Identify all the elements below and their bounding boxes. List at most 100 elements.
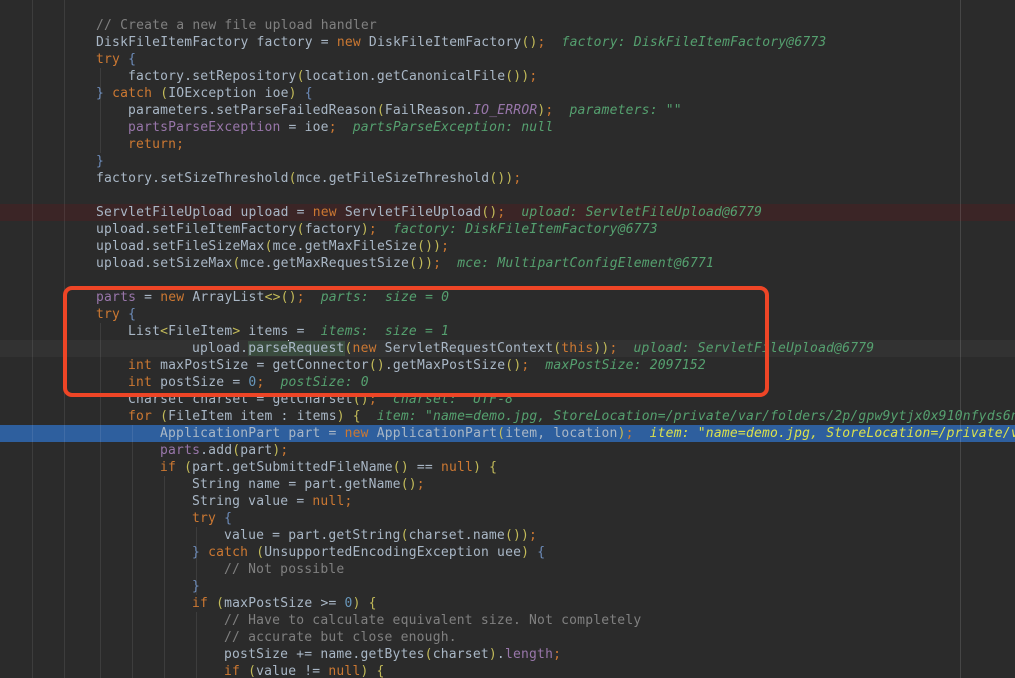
code-token: { xyxy=(369,596,377,611)
code-token: int xyxy=(128,358,152,373)
code-line[interactable]: ApplicationPart part = new ApplicationPa… xyxy=(0,425,1015,442)
code-token: () xyxy=(505,358,521,373)
code-line[interactable]: try { xyxy=(0,510,1015,527)
code-line[interactable]: upload.setFileItemFactory(factory);facto… xyxy=(0,221,1015,238)
debugger-inline-hint: charset: "UTF-8" xyxy=(393,392,521,407)
code-token: try xyxy=(96,52,120,67)
code-token xyxy=(152,409,160,424)
code-token xyxy=(120,52,128,67)
code-token: this xyxy=(561,341,593,356)
code-token: ; xyxy=(329,120,337,135)
code-token: part xyxy=(240,443,272,458)
code-token xyxy=(529,545,537,560)
code-token xyxy=(369,664,377,678)
code-line[interactable]: if (part.getSubmittedFileName() == null)… xyxy=(0,459,1015,476)
code-token: ; xyxy=(513,171,521,186)
code-token: FileItem xyxy=(168,324,232,339)
code-token: ; xyxy=(176,137,184,152)
code-token: UnsupportedEncodingException uee xyxy=(264,545,521,560)
code-token: = ioe xyxy=(281,120,329,135)
code-token: // Create a new file upload handler xyxy=(96,18,377,33)
code-token: new xyxy=(337,35,361,50)
code-line[interactable]: factory.setRepository(location.getCanoni… xyxy=(0,68,1015,85)
code-line[interactable]: List<FileItem> items =items: size = 1 xyxy=(0,323,1015,340)
code-line-blank[interactable] xyxy=(0,187,1015,204)
code-line[interactable]: if (maxPostSize >= 0) { xyxy=(0,595,1015,612)
code-editor[interactable]: // Create a new file upload handlerDiskF… xyxy=(0,0,1015,678)
code-line[interactable]: // Not possible xyxy=(0,561,1015,578)
code-line[interactable]: partsParseException = ioe;partsParseExce… xyxy=(0,119,1015,136)
code-line[interactable]: if (value != null) { xyxy=(0,663,1015,678)
code-line[interactable]: // accurate but close enough. xyxy=(0,629,1015,646)
code-token: = xyxy=(136,290,160,305)
code-line[interactable]: parameters.setParseFailedReason(FailReas… xyxy=(0,102,1015,119)
code-line[interactable]: String name = part.getName(); xyxy=(0,476,1015,493)
code-token xyxy=(240,664,248,678)
debugger-inline-hint: upload: ServletFileUpload@6779 xyxy=(521,205,762,220)
code-token: if xyxy=(160,460,176,475)
code-line[interactable]: String value = null; xyxy=(0,493,1015,510)
code-token: ( xyxy=(297,69,305,84)
code-line-blank[interactable] xyxy=(0,272,1015,289)
code-token: ; xyxy=(441,239,449,254)
code-token: factory.setRepository xyxy=(128,69,297,84)
code-token: ; xyxy=(497,205,505,220)
code-line[interactable]: upload.parseRequest(new ServletRequestCo… xyxy=(0,340,1015,357)
code-token: } xyxy=(192,579,200,594)
code-token: DiskFileItemFactory factory = xyxy=(96,35,337,50)
code-token: ; xyxy=(553,647,561,662)
code-token: ()) xyxy=(505,528,529,543)
code-token: parameters.setParseFailedReason xyxy=(128,103,377,118)
code-line[interactable]: // Create a new file upload handler xyxy=(0,17,1015,34)
code-token: ArrayList xyxy=(184,290,264,305)
code-line[interactable]: int maxPostSize = getConnector().getMaxP… xyxy=(0,357,1015,374)
code-line[interactable]: try { xyxy=(0,51,1015,68)
code-token xyxy=(200,545,208,560)
code-line[interactable]: upload.setFileSizeMax(mce.getMaxFileSize… xyxy=(0,238,1015,255)
code-line[interactable]: parts = new ArrayList<>();parts: size = … xyxy=(0,289,1015,306)
code-line[interactable]: ServletFileUpload upload = new ServletFi… xyxy=(0,204,1015,221)
code-token xyxy=(361,596,369,611)
code-token: ( xyxy=(401,528,409,543)
code-token: ()) xyxy=(505,69,529,84)
code-line[interactable]: value = part.getString(charset.name()); xyxy=(0,527,1015,544)
code-line[interactable]: } catch (IOException ioe) { xyxy=(0,85,1015,102)
code-token: ) xyxy=(473,460,481,475)
code-token: == xyxy=(409,460,441,475)
code-token: // accurate but close enough. xyxy=(224,630,457,645)
code-line[interactable]: for (FileItem item : items) {item: "name… xyxy=(0,408,1015,425)
code-line[interactable]: try { xyxy=(0,306,1015,323)
code-token: () xyxy=(481,205,497,220)
debugger-inline-hint: items: size = 1 xyxy=(321,324,449,339)
code-token: ( xyxy=(216,596,224,611)
code-token: postSize += name.getBytes xyxy=(224,647,425,662)
code-token: upload.setFileItemFactory xyxy=(96,222,297,237)
code-token: { xyxy=(305,86,313,101)
code-token: ) xyxy=(521,545,529,560)
editor-gutter[interactable] xyxy=(0,0,32,678)
code-line[interactable]: } xyxy=(0,578,1015,595)
code-token xyxy=(104,86,112,101)
code-line[interactable]: parts.add(part); xyxy=(0,442,1015,459)
code-token: ; xyxy=(529,528,537,543)
code-line[interactable]: Charset charset = getCharset();charset: … xyxy=(0,391,1015,408)
code-line[interactable]: upload.setSizeMax(mce.getMaxRequestSize(… xyxy=(0,255,1015,272)
code-token: ServletFileUpload xyxy=(337,205,481,220)
code-line[interactable]: postSize += name.getBytes(charset).lengt… xyxy=(0,646,1015,663)
code-line[interactable]: } xyxy=(0,153,1015,170)
code-token: ( xyxy=(160,409,168,424)
debugger-inline-hint: item: "name=demo.jpg, StoreLocation=/pri… xyxy=(650,426,1015,441)
code-line[interactable]: return; xyxy=(0,136,1015,153)
code-token: ( xyxy=(289,171,297,186)
code-line[interactable]: } catch (UnsupportedEncodingException ue… xyxy=(0,544,1015,561)
code-token: ()) xyxy=(489,171,513,186)
code-token: IO_ERROR xyxy=(473,103,537,118)
code-line[interactable]: // Have to calculate equivalent size. No… xyxy=(0,612,1015,629)
code-token: } xyxy=(192,545,200,560)
code-token: ApplicationPart part = xyxy=(160,426,345,441)
code-line[interactable]: factory.setSizeThreshold(mce.getFileSize… xyxy=(0,170,1015,187)
code-line[interactable]: int postSize = 0;postSize: 0 xyxy=(0,374,1015,391)
code-token: null xyxy=(312,494,344,509)
code-token: mce.getMaxRequestSize xyxy=(241,256,410,271)
code-line[interactable]: DiskFileItemFactory factory = new DiskFi… xyxy=(0,34,1015,51)
